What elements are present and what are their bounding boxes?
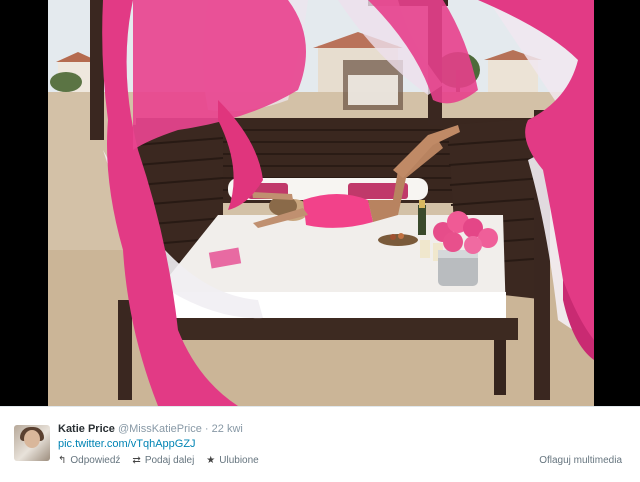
user-handle[interactable]: @MissKatiePrice	[118, 423, 202, 435]
flag-media-link[interactable]: Oflaguj multimedia	[539, 455, 622, 466]
reply-icon: ↰	[58, 455, 67, 466]
tweet-header: Katie Price @MissKatiePrice · 22 kwi	[58, 423, 243, 435]
tweet-actions: ↰ Odpowiedź ⇄ Podaj dalej ★ Ulubione	[58, 455, 259, 466]
favorite-label: Ulubione	[219, 455, 259, 466]
reply-label: Odpowiedź	[70, 455, 121, 466]
retweet-button[interactable]: ⇄ Podaj dalej	[132, 455, 194, 466]
avatar[interactable]	[14, 425, 50, 461]
reply-button[interactable]: ↰ Odpowiedź	[58, 455, 120, 466]
user-name[interactable]: Katie Price	[58, 423, 115, 435]
separator-dot: ·	[204, 423, 209, 435]
star-icon: ★	[206, 455, 216, 466]
retweet-icon: ⇄	[132, 455, 141, 466]
media-link[interactable]: pic.twitter.com/vTqhAppGZJ	[58, 438, 196, 450]
retweet-label: Podaj dalej	[144, 455, 195, 466]
avatar-face	[24, 430, 40, 448]
media-viewer: Katie Price @MissKatiePrice · 22 kwi pic…	[0, 0, 640, 482]
tweet-timestamp[interactable]: 22 kwi	[212, 423, 243, 435]
favorite-button[interactable]: ★ Ulubione	[206, 455, 258, 466]
tweet-photo[interactable]	[48, 0, 594, 406]
photo-illustration	[48, 0, 594, 406]
tweet-card: Katie Price @MissKatiePrice · 22 kwi pic…	[0, 406, 640, 482]
